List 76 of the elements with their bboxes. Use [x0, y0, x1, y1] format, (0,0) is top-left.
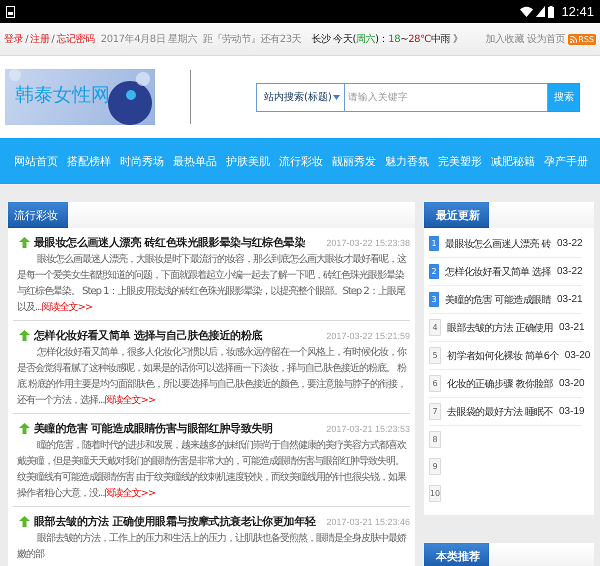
rank-badge: 10 [429, 485, 441, 502]
holiday-countdown: 距『劳动节』还有23天 [202, 32, 302, 46]
weather-forecast: 长沙 今天(周六)：18~28℃中雨 》 [311, 32, 463, 46]
rank-badge: 5 [429, 347, 441, 364]
rank-badge: 7 [429, 403, 441, 420]
rank-badge: 4 [429, 319, 441, 336]
caret-icon [333, 94, 340, 100]
rank-badge: 3 [429, 292, 439, 307]
rank-badge: 8 [429, 431, 441, 448]
article-date: 2017-03-21 15:23:46 [326, 516, 410, 526]
article-title[interactable]: 美瞳的危害 可能造成眼睛伤害与眼部红肿导致失明 [34, 421, 273, 436]
recent-article-link[interactable]: 眼部去皱的方法 正确使用 [447, 320, 553, 334]
article-title[interactable]: 最眼妆怎么画迷人漂亮 砖红色珠光眼影晕染与红棕色晕染 [34, 235, 306, 250]
rank-badge: 2 [429, 264, 439, 279]
battery-icon [548, 6, 554, 18]
recent-article-link[interactable]: 化妆的正确步骤 教你脸部 [447, 376, 553, 390]
picture-icon [6, 6, 15, 18]
article-summary: 眼部去皱的方法，工作上的压力和生活上的压力，让肌肤也备受煎熬，眼睛是全身皮肤中最娇嫩的部 [17, 532, 408, 562]
nav-item[interactable]: 完美塑形 [438, 154, 482, 168]
recent-article-link[interactable]: 去眼袋的最好方法 睡眠不 [447, 404, 553, 418]
rank-badge: 6 [429, 375, 441, 392]
recent-date: 03-21 [558, 322, 585, 333]
date-text: 2017年4月8日 星期六 [100, 32, 197, 46]
separator-slash: / [51, 34, 54, 44]
article-title[interactable]: 怎样化妆好看又简单 选择与自己肤色接近的粉底 [34, 328, 262, 343]
wifi-icon [520, 6, 534, 17]
article-title[interactable]: 眼部去皱的方法 正确使用眼霜与按摩式抗衰老让你更加年轻 [34, 514, 316, 529]
rank-badge: 9 [429, 458, 441, 475]
read-more-link[interactable]: 阅读全文>> [104, 395, 156, 406]
top-link[interactable]: 加入收藏 [485, 32, 524, 46]
nav-item[interactable]: 靓丽秀发 [332, 154, 376, 168]
section-title: 本类推荐 [424, 543, 489, 566]
article-date: 2017-03-22 15:23:38 [326, 238, 410, 248]
recent-date: 03-22 [556, 238, 583, 249]
account-link[interactable]: 登录 [4, 32, 24, 46]
nav-item[interactable]: 减肥秘籍 [491, 154, 535, 168]
recent-article-link[interactable]: 最眼妆怎么画迷人漂亮 砖 [445, 236, 551, 250]
read-more-link[interactable]: 阅读全文>> [42, 302, 92, 313]
top-link[interactable]: 设为首页 [526, 32, 566, 46]
nav-item[interactable]: 魅力香氛 [385, 154, 429, 168]
arrow-up-icon [19, 330, 30, 341]
recent-date: 03-21 [556, 294, 583, 305]
article-summary: 怎样化妆好看又简单，很多人化妆化习惯以后，妆感永远停留在一个风格上，有时候化妆，你是否会觉得看腻了这种妆感呢，如果是的话你可以选择画一下淡妆，择与自己肤色接近的粉底。 粉底 粉底的作用主要是均匀面部肤色，所以要选择与自己肤色接近的颜色，要注意脸与脖子的衔接，还有一个方法，选择...阅读全文>> [17, 346, 408, 408]
recent-article-link[interactable]: 美瞳的危害 可能造成眼睛 [445, 292, 551, 306]
recent-date: 03-22 [556, 266, 583, 277]
signal-icon [536, 6, 546, 17]
separator-slash: / [25, 34, 28, 44]
section-title: 流行彩妆 [8, 202, 68, 228]
arrow-up-icon [19, 516, 30, 527]
search-field[interactable]: 请输入关键字 [344, 82, 548, 112]
clock-time: 12:41 [561, 4, 594, 19]
arrow-up-icon [19, 237, 30, 248]
search-button[interactable]: 搜索 [548, 82, 580, 112]
arrow-up-icon [19, 423, 30, 434]
account-link[interactable]: 忘记密码 [56, 32, 95, 46]
nav-item[interactable]: 流行彩妆 [279, 154, 323, 168]
nav-item[interactable]: 搭配榜样 [67, 154, 111, 168]
article-date: 2017-03-21 15:23:53 [326, 424, 410, 434]
recent-article-link[interactable]: 怎样化妆好看又简单 选择 [445, 264, 551, 278]
article-summary: 眼妆怎么画最迷人漂亮，大眼妆是时下最流行的妆容，那么到底怎么画大眼妆才最好看呢，这是每一个爱美女生都想知道的问题，下面就跟着起立小编一起去了解一下吧，砖红色珠光眼影晕染与红棕色晕染。 Step 1：上眼皮用浅浅的砖红色珠光眼影晕染，以提亮整个眼部。Step 2：上眼尾以及...阅读全文>> [17, 252, 408, 315]
rank-badge: 1 [429, 236, 439, 251]
rss-badge[interactable]: RSS [568, 34, 596, 44]
article-date: 2017-03-22 15:21:59 [326, 330, 410, 340]
account-link[interactable]: 注册 [30, 32, 50, 46]
recent-date: 03-20 [564, 350, 590, 361]
nav-item[interactable]: 最热单品 [173, 154, 217, 168]
read-more-link[interactable]: 阅读全文>> [104, 488, 156, 499]
recent-article-link[interactable]: 初学者如何化裸妆 简单6个 [447, 348, 559, 362]
nav-item[interactable]: 护肤美肌 [226, 154, 270, 168]
recent-date: 03-19 [558, 406, 585, 417]
recent-date: 03-20 [558, 378, 585, 389]
nav-item[interactable]: 网站首页 [14, 154, 58, 168]
article-summary: 瞳的危害，随着时代的进步和发展，越来越多的妹纸们崇尚于自然健康的美疗美容方式都喜欢戴美瞳，但是美瞳天天戴对我们的眼睛伤害是非常大的，可能造成眼睛伤害与眼部红肿导致失明。纹美瞳线有可能造成眼睛伤害 由于纹美瞳线的纹刺机速度较快，而纹美瞳线用的针也很尖锐，如果操作者粗心大意，没...阅读全文>> [17, 438, 408, 501]
nav-item[interactable]: 时尚秀场 [120, 154, 164, 168]
nav-item[interactable]: 孕产手册 [544, 154, 588, 168]
section-title: 最近更新 [424, 202, 489, 228]
